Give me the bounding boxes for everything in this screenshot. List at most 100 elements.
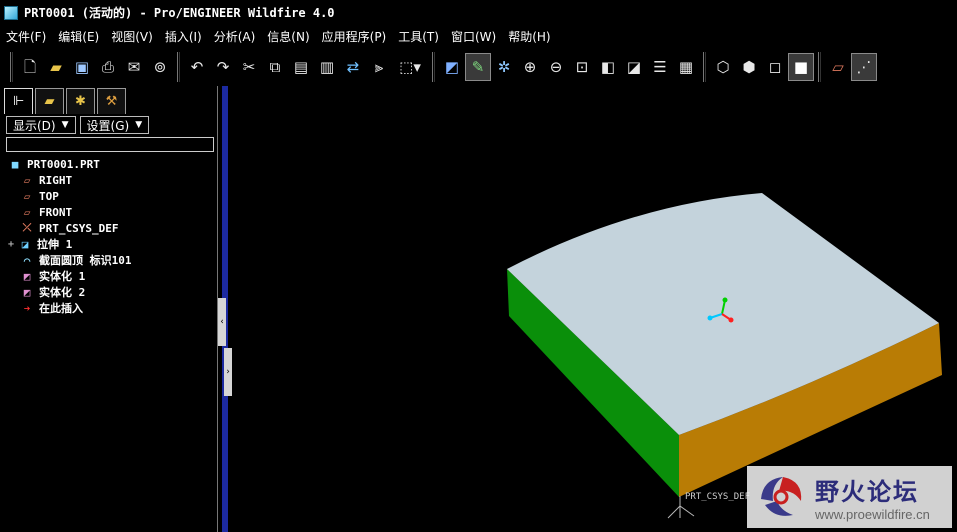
tree-item-solidify-1[interactable]: ◩ 实体化 1 [8,268,213,284]
folder-icon: ▰ [44,94,55,109]
zoom-out-icon[interactable]: ⊖ [543,53,569,81]
datum-plane-icon[interactable]: ▱ [825,53,851,81]
favorites-icon: ✱ [75,94,86,109]
menu-view[interactable]: 视图(V) [111,28,153,45]
window-title: PRT0001 (活动的) - Pro/ENGINEER Wildfire 4.… [24,6,335,20]
display-dropdown-label: 显示(D) [13,118,56,133]
menu-help[interactable]: 帮助(H) [508,28,550,45]
print-icon[interactable]: ⎙ [95,53,121,81]
sketch-icon[interactable]: ◩ [439,53,465,81]
tree-item-label: 在此插入 [39,302,83,315]
refit-icon[interactable]: ⊡ [569,53,595,81]
watermark-url: www.proewildfire.cn [815,507,930,522]
email-icon[interactable]: ✉ [121,53,147,81]
tree-item-csys[interactable]: ⤫ PRT_CSYS_DEF [8,220,213,236]
navigator-tabs: ⊩ ▰ ✱ ⚒ [4,88,128,114]
menu-window[interactable]: 窗口(W) [451,28,496,45]
regenerate-icon[interactable]: ⇄ [340,53,366,81]
tree-item-label: FRONT [39,205,73,219]
chevron-right-icon: › [226,367,230,377]
favorites-tab[interactable]: ✱ [66,88,95,114]
new-icon[interactable]: 🗋 [17,53,43,81]
collapse-left-handle[interactable]: ‹ [218,298,226,346]
select-box-icon[interactable]: ⬚▾ [392,53,428,81]
menu-tools[interactable]: 工具(T) [398,28,439,45]
datum-plane-icon: ▱ [23,189,31,203]
expand-right-handle[interactable]: › [224,348,232,396]
redo-icon[interactable]: ↷ [210,53,236,81]
menu-edit[interactable]: 编辑(E) [58,28,99,45]
save-icon[interactable]: ▣ [69,53,95,81]
datum-axis-icon[interactable]: ⋰ [851,53,877,81]
menu-bar: 文件(F) 编辑(E) 视图(V) 插入(I) 分析(A) 信息(N) 应用程序… [0,25,957,48]
menu-file[interactable]: 文件(F) [6,28,46,45]
layers-icon[interactable]: ☰ [647,53,673,81]
tree-controls: 显示(D) ▼ 设置(G) ▼ [6,116,153,134]
undo-icon[interactable]: ↶ [184,53,210,81]
menu-info[interactable]: 信息(N) [267,28,309,45]
folder-browser-tab[interactable]: ▰ [35,88,64,114]
settings-dropdown[interactable]: 设置(G) ▼ [79,116,150,134]
spin-center-icon[interactable]: ✲ [491,53,517,81]
panel-splitter[interactable]: ‹ › [218,86,232,532]
tree-item-front[interactable]: ▱ FRONT [8,204,213,220]
tree-item-solidify-2[interactable]: ◩ 实体化 2 [8,284,213,300]
tree-item-label: PRT0001.PRT [27,157,100,171]
section-dome-icon: ⌒ [23,253,31,267]
copy-icon[interactable]: ⧉ [262,53,288,81]
menu-insert[interactable]: 插入(I) [165,28,202,45]
tree-item-extrude[interactable]: + ◪ 拉伸 1 [8,236,213,252]
model-tree-icon: ⊩ [12,94,25,109]
toolbar-separator [177,52,180,82]
toolbar-grip[interactable] [10,52,13,82]
hidden-line-icon[interactable]: ⬢ [736,53,762,81]
caret-down-icon: ▼ [61,120,69,130]
csys-label: PRT_CSYS_DEF [685,492,750,502]
shading-icon[interactable]: ■ [788,53,814,81]
tree-item-right[interactable]: ▱ RIGHT [8,172,213,188]
app-icon [4,5,18,20]
save-copy-icon[interactable]: ⊚ [147,53,173,81]
zoom-in-icon[interactable]: ⊕ [517,53,543,81]
tree-item-label: PRT_CSYS_DEF [39,221,119,235]
connections-tab[interactable]: ⚒ [97,88,126,114]
mirror-icon[interactable]: ⫸ [366,53,392,81]
datum-plane-icon: ▱ [23,205,31,219]
tree-item-top[interactable]: ▱ TOP [8,188,213,204]
tree-item-section-dome[interactable]: ⌒ 截面圆顶 标识101 [8,252,213,268]
expand-plus-icon[interactable]: + [8,239,18,250]
appearance-icon[interactable]: ▦ [673,53,699,81]
settings-dropdown-label: 设置(G) [86,118,130,133]
toolbar-separator [432,52,435,82]
tree-filter-input[interactable] [6,137,214,152]
tree-item-insert-here[interactable]: ➔ 在此插入 [8,300,213,316]
datum-icon[interactable]: ✎ [465,53,491,81]
csys-icon: ⤫ [22,221,32,234]
saved-views-icon[interactable]: ◪ [621,53,647,81]
tree-item-label: TOP [39,189,59,203]
toolbar-separator [703,52,706,82]
model-tree: ■ PRT0001.PRT ▱ RIGHT ▱ TOP ▱ FRONT ⤫ PR… [8,156,213,316]
extrude-icon: ◪ [21,237,29,251]
datum-plane-icon: ▱ [23,173,31,187]
no-hidden-icon[interactable]: ◻ [762,53,788,81]
chevron-left-icon: ‹ [220,317,224,327]
wireframe-icon[interactable]: ⬡ [710,53,736,81]
reorient-icon[interactable]: ◧ [595,53,621,81]
cut-icon[interactable]: ✂ [236,53,262,81]
paste-special-icon[interactable]: ▥ [314,53,340,81]
solidify-icon: ◩ [23,285,31,299]
paste-icon[interactable]: ▤ [288,53,314,81]
caret-down-icon: ▼ [135,120,143,130]
open-icon[interactable]: ▰ [43,53,69,81]
menu-analysis[interactable]: 分析(A) [214,28,256,45]
tree-item-label: 实体化 1 [39,270,86,283]
menu-applications[interactable]: 应用程序(P) [322,28,387,45]
insert-here-arrow-icon: ➔ [23,301,31,315]
model-tree-tab[interactable]: ⊩ [4,88,33,114]
solidify-icon: ◩ [23,269,31,283]
display-dropdown[interactable]: 显示(D) ▼ [6,116,76,134]
tree-item-part[interactable]: ■ PRT0001.PRT [8,156,213,172]
toolbar-separator [818,52,821,82]
tree-item-label: 拉伸 1 [37,238,73,251]
